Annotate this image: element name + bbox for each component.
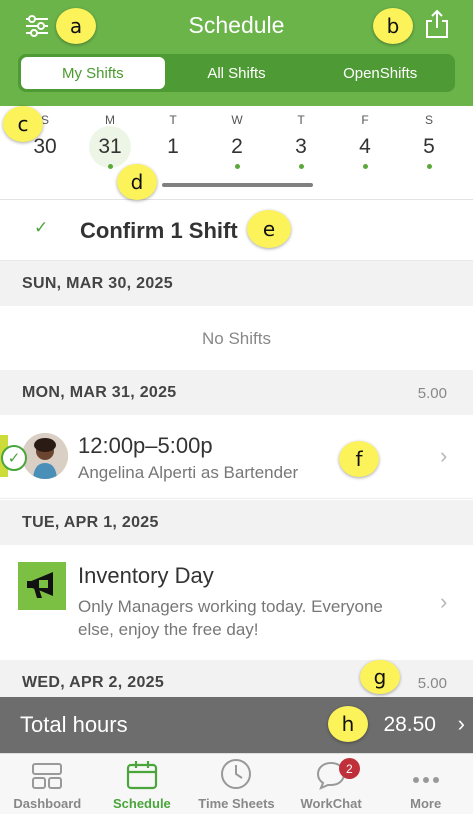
annotation-marker-f: f: [339, 441, 379, 477]
tab-all-shifts[interactable]: All Shifts: [165, 57, 309, 89]
tab-schedule[interactable]: Schedule: [95, 754, 190, 814]
day-number: 5: [423, 135, 435, 158]
chevron-right-icon: ›: [457, 711, 465, 736]
annotation-marker-e: e: [247, 210, 291, 248]
tab-label: Dashboard: [13, 796, 82, 811]
no-shifts-message: No Shifts: [0, 307, 473, 369]
annotation-marker-d: d: [117, 164, 157, 200]
day-of-week: M: [105, 113, 115, 127]
day-wed[interactable]: W 2: [213, 106, 261, 169]
day-number: 3: [295, 135, 307, 158]
week-strip: S 30 M 31 T 1 W 2 T 3 F 4 S 5: [0, 106, 473, 200]
shift-dot: [362, 164, 368, 169]
day-sat[interactable]: S 5: [405, 106, 453, 169]
tab-my-shifts[interactable]: My Shifts: [21, 57, 165, 89]
annotation-marker-c: c: [3, 106, 43, 142]
tab-label: More: [410, 796, 442, 811]
shift-filter-segmented: My Shifts All Shifts OpenShifts: [18, 54, 455, 92]
confirm-shifts-row[interactable]: ✓ Confirm 1 Shift: [0, 201, 473, 261]
shift-subtitle: Angelina Alperti as Bartender: [78, 463, 299, 482]
date-label: TUE, APR 1, 2025: [22, 514, 159, 531]
day-of-week: W: [231, 113, 243, 127]
shift-row[interactable]: ✓ 12:00p–5:00p Angelina Alperti as Barte…: [0, 415, 473, 499]
day-number: 1: [167, 135, 179, 158]
tab-label: Schedule: [112, 796, 171, 811]
annotation-marker-b: b: [373, 8, 413, 44]
day-number: 4: [359, 135, 371, 158]
day-hours: 5.00: [417, 675, 447, 692]
calendar-icon: [95, 754, 190, 790]
day-fri[interactable]: F 4: [341, 106, 389, 169]
megaphone-icon: [18, 562, 66, 610]
shift-dot: [426, 164, 432, 169]
tab-open-shifts[interactable]: OpenShifts: [308, 57, 452, 89]
more-icon: [378, 754, 473, 790]
share-icon[interactable]: [422, 9, 452, 39]
date-header: SUN, MAR 30, 2025: [0, 261, 473, 306]
day-thu[interactable]: T 3: [277, 106, 325, 169]
announcement-row[interactable]: Inventory Day Only Managers working toda…: [0, 545, 473, 660]
annotation-marker-g: g: [360, 660, 400, 694]
unread-badge: 2: [338, 758, 360, 779]
date-label: SUN, MAR 30, 2025: [22, 275, 173, 292]
chevron-right-icon: ›: [440, 589, 448, 614]
annotation-marker-h: h: [328, 706, 368, 742]
day-number: 2: [231, 135, 243, 158]
day-number: 31: [98, 135, 122, 158]
tab-dashboard[interactable]: Dashboard: [0, 754, 95, 814]
tab-label: Time Sheets: [198, 796, 275, 811]
tab-label: WorkChat: [300, 796, 362, 811]
date-label: WED, APR 2, 2025: [22, 674, 165, 691]
day-mon[interactable]: M 31: [86, 106, 134, 169]
avatar: [22, 433, 68, 479]
checkmark-icon: ✓: [34, 218, 49, 237]
chevron-right-icon: ›: [440, 443, 448, 468]
total-hours-value: 28.50: [383, 713, 436, 736]
day-of-week: F: [361, 113, 369, 127]
tab-more[interactable]: More: [378, 754, 473, 814]
date-header: WED, APR 2, 2025 5.00: [0, 660, 473, 697]
day-hours: 5.00: [417, 385, 447, 402]
confirmed-check-icon: ✓: [1, 445, 27, 471]
expand-handle[interactable]: [162, 183, 313, 187]
day-tue[interactable]: T 1: [149, 106, 197, 161]
total-hours-label: Total hours: [20, 712, 128, 737]
day-of-week: S: [424, 113, 433, 127]
annotation-marker-a: a: [56, 8, 96, 44]
shift-time: 12:00p–5:00p: [78, 433, 213, 458]
shift-dot: [298, 164, 304, 169]
day-of-week: T: [169, 113, 177, 127]
tab-workchat[interactable]: 2 WorkChat: [284, 754, 379, 814]
confirm-label: Confirm 1 Shift: [80, 218, 238, 243]
dashboard-icon: [0, 754, 95, 790]
announcement-title: Inventory Day: [78, 563, 214, 588]
bottom-tab-bar: Dashboard Schedule Time Sheets 2 WorkCha…: [0, 753, 473, 814]
shift-dot: [107, 164, 113, 169]
total-hours-bar[interactable]: Total hours 28.50 ›: [0, 697, 473, 753]
tab-time-sheets[interactable]: Time Sheets: [189, 754, 284, 814]
shift-dot: [234, 164, 240, 169]
date-header: MON, MAR 31, 2025 5.00: [0, 370, 473, 415]
date-label: MON, MAR 31, 2025: [22, 384, 177, 401]
day-of-week: T: [297, 113, 305, 127]
chat-icon: [284, 754, 379, 790]
clock-icon: [189, 754, 284, 790]
date-header: TUE, APR 1, 2025: [0, 500, 473, 545]
announcement-body: Only Managers working today. Everyone el…: [78, 597, 383, 639]
